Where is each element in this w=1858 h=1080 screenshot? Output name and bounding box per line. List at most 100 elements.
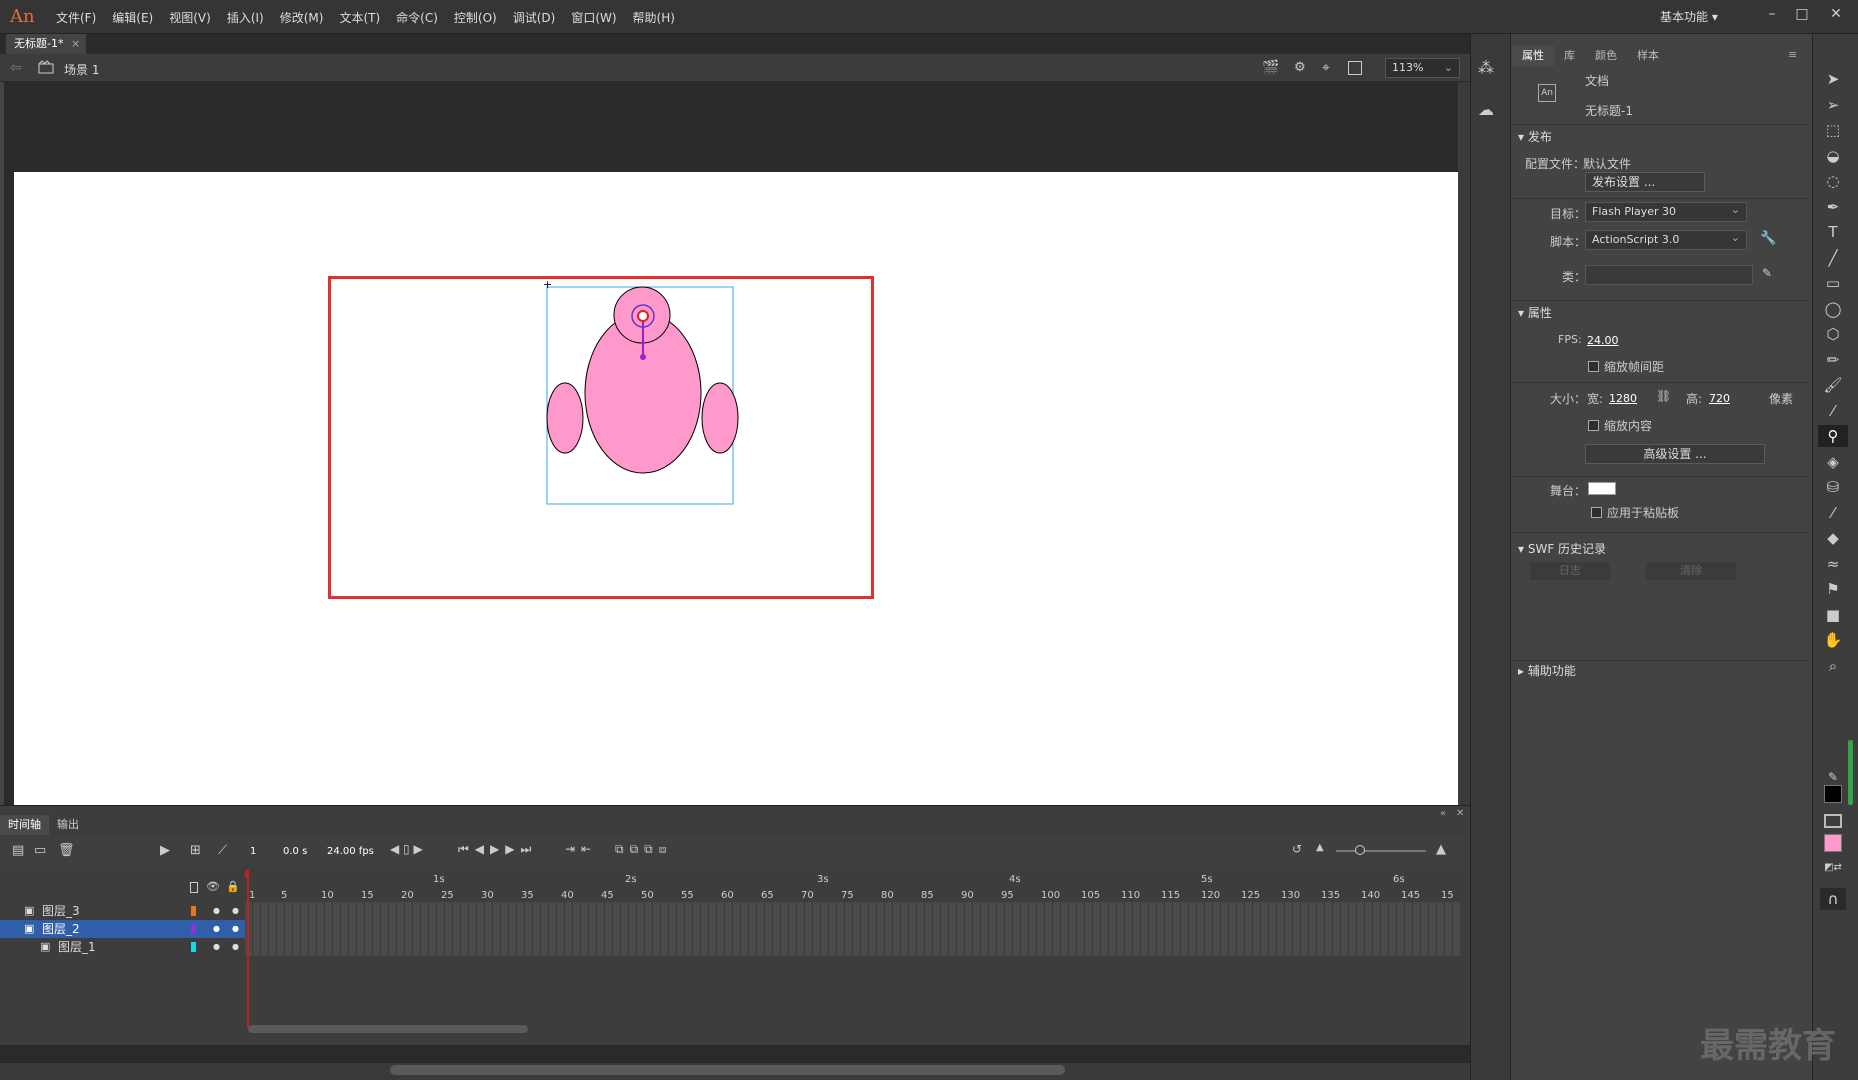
stage-vertical-scrollbar[interactable]: [1459, 82, 1470, 805]
current-time[interactable]: 0.0 s: [283, 846, 307, 857]
zoom-tool-icon[interactable]: ⌕: [1818, 655, 1848, 677]
clear-button[interactable]: 清除: [1646, 562, 1736, 580]
tool-scroll-indicator[interactable]: [1848, 740, 1853, 805]
outline-toggle-icon[interactable]: [190, 882, 198, 893]
layer-row[interactable]: ▣ 图层_2 ● ●: [0, 920, 245, 938]
bone-tool-icon[interactable]: ⚲: [1818, 425, 1848, 447]
onion-skin-icons[interactable]: ⧉⧉⧉⧈: [615, 842, 672, 857]
document-tab[interactable]: 无标题-1* ×: [6, 34, 86, 54]
lock-dot-icon[interactable]: ●: [232, 938, 239, 956]
motion-presets-icon[interactable]: ⁂: [1478, 58, 1494, 77]
playback-controls[interactable]: ⏮◀▶▶⏭: [458, 842, 537, 857]
asset-warp-tool-icon[interactable]: ⚑: [1818, 578, 1848, 600]
new-layer-icon[interactable]: ▤: [12, 843, 24, 858]
menu-item[interactable]: 帮助(H): [625, 9, 683, 26]
accessibility-header[interactable]: ▸ 辅助功能: [1518, 662, 1576, 679]
zoom-out-timeline-icon[interactable]: ▲: [1316, 842, 1324, 853]
line-tool-icon[interactable]: ╱: [1818, 247, 1848, 269]
layer-color-icon[interactable]: [191, 942, 196, 952]
menu-item[interactable]: 插入(I): [219, 9, 272, 26]
scrollbar-thumb[interactable]: [390, 1065, 1065, 1075]
stroke-color-swatch[interactable]: [1824, 785, 1842, 803]
height-value[interactable]: 720: [1709, 392, 1730, 405]
paint-bucket-tool-icon[interactable]: ◈: [1818, 451, 1848, 473]
visibility-dot-icon[interactable]: ●: [213, 938, 220, 956]
playhead[interactable]: [247, 870, 249, 1028]
menu-item[interactable]: 编辑(E): [104, 9, 161, 26]
minimize-button[interactable]: –: [1758, 4, 1786, 26]
subselection-tool-icon[interactable]: ➢: [1818, 94, 1848, 116]
menu-item[interactable]: 文本(T): [331, 9, 388, 26]
script-select[interactable]: ActionScript 3.0: [1585, 229, 1747, 250]
tab-output[interactable]: 输出: [49, 815, 87, 835]
fill-color-swatch[interactable]: [1824, 834, 1842, 852]
menu-item[interactable]: 窗口(W): [563, 9, 624, 26]
ink-bottle-tool-icon[interactable]: ⛁: [1818, 476, 1848, 498]
frame-row[interactable]: [245, 920, 1460, 938]
publish-section-header[interactable]: ▾ 发布: [1518, 128, 1552, 145]
pencil-tool-icon[interactable]: ✏: [1818, 349, 1848, 371]
publish-settings-button[interactable]: 发布设置 ...: [1585, 172, 1705, 192]
layer-color-icon[interactable]: [191, 906, 196, 916]
text-tool-icon[interactable]: T: [1818, 221, 1848, 243]
cc-libraries-icon[interactable]: ☁: [1478, 100, 1494, 119]
lock-dot-icon[interactable]: ●: [232, 902, 239, 920]
center-stage-icon[interactable]: ⌖: [1322, 60, 1330, 76]
close-tab-icon[interactable]: ×: [71, 37, 80, 50]
loop-back-icon[interactable]: ↺: [1292, 842, 1302, 856]
swap-colors-icon[interactable]: ◩⇄: [1818, 862, 1848, 873]
tab-timeline[interactable]: 时间轴: [0, 815, 49, 835]
attributes-section-header[interactable]: ▾ 属性: [1518, 304, 1552, 321]
layer-row[interactable]: ▣ 图层_1 ● ●: [0, 938, 245, 956]
selection-tool-icon[interactable]: ➤: [1818, 68, 1848, 90]
lasso-tool-icon[interactable]: ◌: [1818, 170, 1848, 192]
frame-row[interactable]: [245, 902, 1460, 920]
layer-name[interactable]: 图层_3: [42, 902, 80, 920]
eraser-tool-icon[interactable]: ◆: [1818, 527, 1848, 549]
width-tool-icon[interactable]: ≈: [1818, 553, 1848, 575]
layer-name[interactable]: 图层_2: [42, 920, 80, 938]
character-drawing[interactable]: +: [540, 280, 760, 520]
layer-name[interactable]: 图层_1: [58, 938, 96, 956]
paint-brush-tool-icon[interactable]: 🖌: [1818, 374, 1848, 396]
playhead-handle[interactable]: [245, 870, 249, 878]
zoom-select[interactable]: 113% ⌄: [1385, 58, 1460, 78]
target-select[interactable]: Flash Player 30: [1585, 201, 1747, 222]
menu-item[interactable]: 文件(F): [48, 9, 104, 26]
close-panel-icon[interactable]: ✕: [1456, 808, 1464, 819]
log-button[interactable]: 日志: [1530, 562, 1610, 580]
back-arrow-icon[interactable]: ⇦: [10, 60, 22, 76]
scale-content-checkbox[interactable]: [1588, 420, 1599, 431]
tab-swatches[interactable]: 样本: [1627, 46, 1669, 66]
menu-item[interactable]: 命令(C): [388, 9, 446, 26]
parenting-view-icon[interactable]: ⊞: [190, 843, 201, 858]
free-transform-tool-icon[interactable]: ⬚: [1818, 119, 1848, 141]
lock-dot-icon[interactable]: ●: [232, 920, 239, 938]
link-dimensions-icon[interactable]: ⛓: [1656, 389, 1671, 403]
close-button[interactable]: ✕: [1822, 4, 1850, 26]
brush-tool-icon[interactable]: ⁄: [1818, 400, 1848, 422]
camera-layer-icon[interactable]: ▶: [160, 843, 170, 858]
swf-history-header[interactable]: ▾ SWF 历史记录: [1518, 540, 1606, 557]
tab-color[interactable]: 颜色: [1585, 46, 1627, 66]
3d-rotation-tool-icon[interactable]: ◒: [1818, 145, 1848, 167]
menu-item[interactable]: 控制(O): [446, 9, 505, 26]
frame-rate[interactable]: 24.00 fps: [327, 846, 374, 857]
camera-tool-icon[interactable]: ■: [1818, 604, 1848, 626]
oval-tool-icon[interactable]: ◯: [1818, 298, 1848, 320]
frame-row[interactable]: [245, 938, 1460, 956]
menu-item[interactable]: 视图(V): [161, 9, 219, 26]
edit-symbols-icon[interactable]: ⚙: [1294, 60, 1306, 75]
timeline-zoom-slider[interactable]: [1336, 850, 1426, 852]
clip-content-icon[interactable]: [1348, 61, 1362, 75]
current-frame[interactable]: 1: [250, 846, 256, 857]
apply-paste-checkbox[interactable]: [1591, 507, 1602, 518]
timeline-zoom-handle[interactable]: [1355, 845, 1365, 855]
timeline-scrollbar[interactable]: [248, 1025, 528, 1033]
advanced-settings-button[interactable]: 高级设置 ...: [1585, 444, 1765, 464]
loop-icons[interactable]: ⇥⇤: [565, 842, 597, 856]
class-input[interactable]: [1585, 265, 1753, 285]
layer-depth-icon[interactable]: ⟋: [218, 843, 227, 858]
new-folder-icon[interactable]: ▭: [34, 843, 46, 858]
wrench-icon[interactable]: 🔧: [1760, 231, 1776, 246]
